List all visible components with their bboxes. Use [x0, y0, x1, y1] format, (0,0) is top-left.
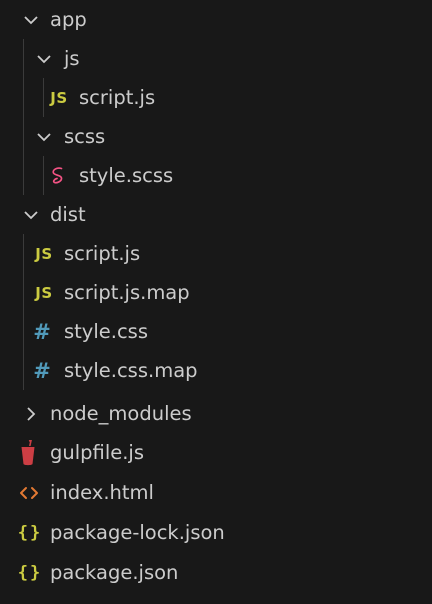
file-label: gulpfile.js	[50, 441, 145, 464]
javascript-file-icon: JS	[35, 283, 53, 302]
javascript-file-icon: JS	[35, 244, 53, 263]
css-file-icon: #	[33, 358, 51, 383]
folder-row-node-modules[interactable]: node_modules	[0, 394, 432, 433]
file-row-style-css-map[interactable]: # style.css.map	[0, 351, 432, 390]
css-file-icon: #	[33, 319, 51, 344]
folder-label: js	[64, 47, 80, 70]
folder-label: dist	[50, 203, 86, 226]
chevron-down-icon[interactable]	[33, 117, 55, 156]
chevron-down-icon[interactable]	[20, 195, 42, 234]
javascript-file-icon: JS	[50, 88, 68, 107]
file-label: style.scss	[79, 164, 174, 187]
file-row-package-json[interactable]: {} package.json	[0, 553, 432, 592]
gulp-file-icon	[17, 433, 39, 472]
file-row-script-js[interactable]: JS script.js	[0, 78, 432, 117]
file-row-script-js[interactable]: JS script.js	[0, 234, 432, 273]
chevron-right-icon[interactable]	[20, 394, 42, 433]
folder-label: scss	[64, 125, 106, 148]
file-label: package.json	[50, 561, 179, 584]
file-row-gulpfile-js[interactable]: gulpfile.js	[0, 433, 432, 472]
file-label: package-lock.json	[50, 521, 225, 544]
sass-file-icon	[48, 156, 70, 195]
json-file-icon: {}	[17, 522, 43, 543]
chevron-down-icon[interactable]	[33, 39, 55, 78]
file-label: style.css.map	[64, 359, 198, 382]
file-row-style-scss[interactable]: style.scss	[0, 156, 432, 195]
chevron-down-icon[interactable]	[20, 0, 42, 39]
file-row-package-lock-json[interactable]: {} package-lock.json	[0, 513, 432, 552]
file-explorer-tree: app js JS script.js scss style.scss dist	[0, 0, 432, 604]
folder-label: node_modules	[50, 402, 192, 425]
json-file-icon: {}	[17, 562, 43, 583]
html-file-icon	[18, 473, 40, 512]
folder-row-app[interactable]: app	[0, 0, 432, 39]
file-label: script.js	[64, 242, 141, 265]
file-label: style.css	[64, 320, 148, 343]
file-row-index-html[interactable]: index.html	[0, 473, 432, 512]
file-row-style-css[interactable]: # style.css	[0, 312, 432, 351]
file-label: script.js.map	[64, 281, 190, 304]
file-label: index.html	[50, 481, 154, 504]
folder-row-dist[interactable]: dist	[0, 195, 432, 234]
file-row-script-js-map[interactable]: JS script.js.map	[0, 273, 432, 312]
folder-row-scss[interactable]: scss	[0, 117, 432, 156]
folder-row-js[interactable]: js	[0, 39, 432, 78]
file-label: script.js	[79, 86, 156, 109]
folder-label: app	[50, 8, 87, 31]
